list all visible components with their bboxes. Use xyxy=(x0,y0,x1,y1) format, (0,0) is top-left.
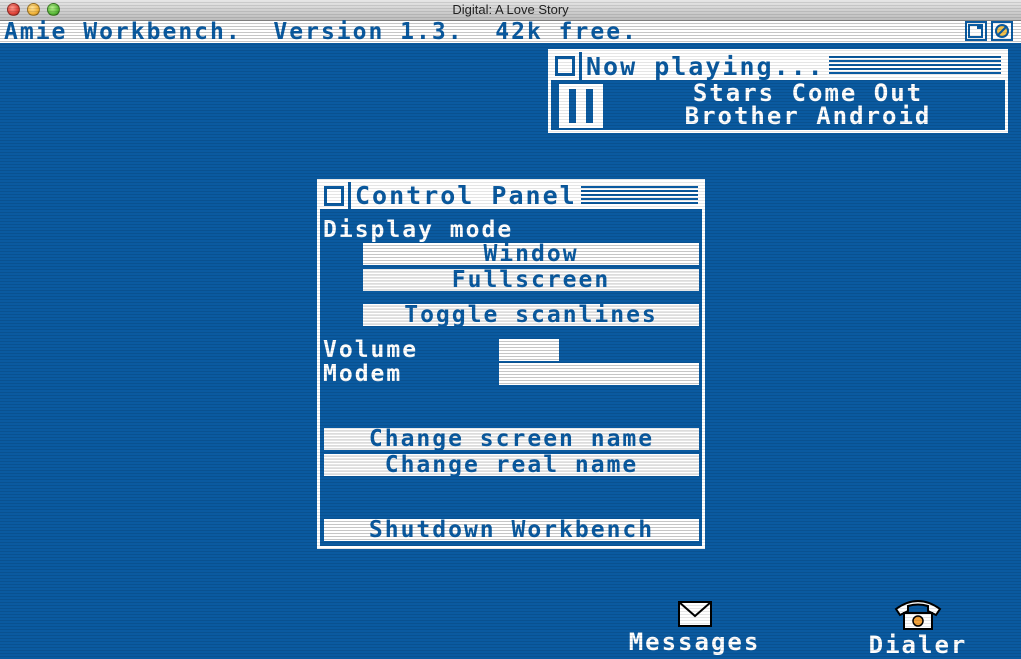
control-panel-window: Control Panel Display mode Window Fullsc… xyxy=(317,179,705,549)
workbench-title-bar: Amie Workbench. Version 1.3. 42k free. xyxy=(0,21,1021,45)
change-real-name-button[interactable]: Change real name xyxy=(324,454,699,477)
window-mode-button[interactable]: Window xyxy=(363,243,699,266)
track-artist: Brother Android xyxy=(684,102,932,130)
now-playing-titlebar[interactable]: Now playing... xyxy=(551,51,1005,81)
control-panel-title: Control Panel xyxy=(355,181,577,210)
toggle-scanlines-button[interactable]: Toggle scanlines xyxy=(363,304,699,327)
title-stripes xyxy=(828,56,1001,76)
modem-label: Modem xyxy=(323,361,403,387)
workbench-title: Amie Workbench. Version 1.3. 42k free. xyxy=(4,19,638,45)
dialer-desktop-icon[interactable]: Dialer xyxy=(858,597,978,659)
volume-label: Volume xyxy=(323,337,419,363)
messages-desktop-icon[interactable]: Messages xyxy=(612,600,777,656)
control-panel-titlebar[interactable]: Control Panel xyxy=(320,181,702,210)
dialer-label: Dialer xyxy=(868,631,968,659)
disk-icon[interactable] xyxy=(991,21,1013,41)
display-mode-label: Display mode xyxy=(323,217,514,243)
modem-slider[interactable] xyxy=(499,363,699,385)
shutdown-workbench-button[interactable]: Shutdown Workbench xyxy=(324,519,699,542)
notepad-icon[interactable] xyxy=(965,21,987,41)
window-title: Digital: A Love Story xyxy=(452,2,569,17)
messages-label: Messages xyxy=(628,628,761,656)
now-playing-window: Now playing... Stars Come Out Brother An… xyxy=(548,49,1008,133)
mac-title-bar: Digital: A Love Story xyxy=(0,0,1021,21)
fullscreen-mode-button[interactable]: Fullscreen xyxy=(363,269,699,292)
now-playing-close-button[interactable] xyxy=(555,56,575,76)
volume-slider[interactable] xyxy=(499,339,559,361)
pause-button[interactable] xyxy=(559,84,603,128)
envelope-icon xyxy=(677,601,712,627)
change-screen-name-button[interactable]: Change screen name xyxy=(324,428,699,451)
telephone-icon xyxy=(894,600,942,630)
now-playing-title: Now playing... xyxy=(586,51,825,81)
control-panel-close-button[interactable] xyxy=(324,185,344,206)
title-stripes xyxy=(580,185,698,206)
